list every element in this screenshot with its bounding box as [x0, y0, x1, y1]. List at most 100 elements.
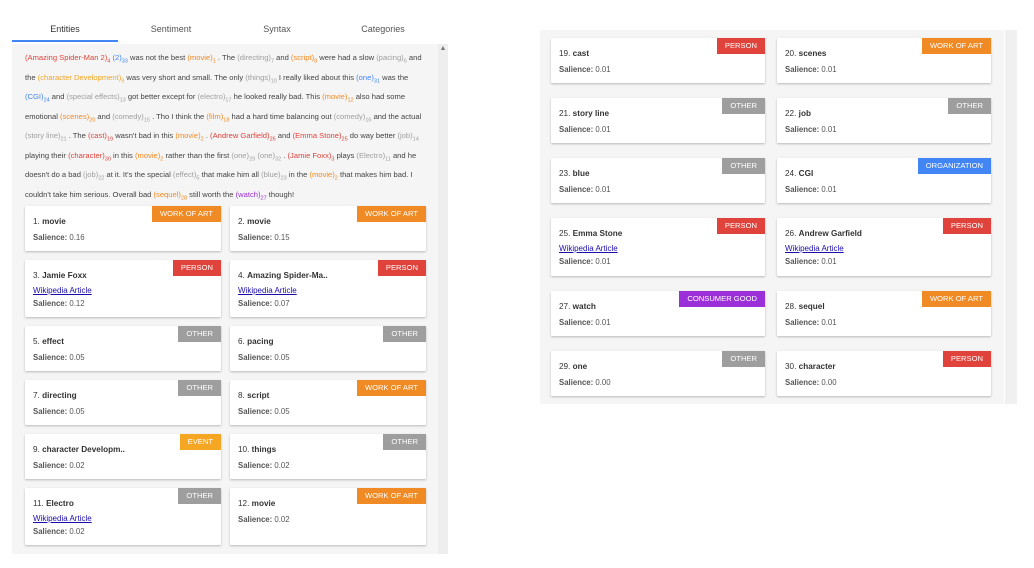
wikipedia-link[interactable]: Wikipedia Article [238, 286, 297, 295]
entity-type-badge: OTHER [178, 488, 221, 504]
entity-name-text: Andrew Garfield [798, 229, 862, 238]
entity-type-badge: PERSON [942, 351, 991, 367]
salience-number: 0.05 [274, 407, 290, 416]
tab-sentiment[interactable]: Sentiment [118, 14, 224, 42]
text-run: rather than the first [163, 150, 232, 160]
salience-value: Salience: 0.16 [33, 233, 85, 242]
text-run: plays [334, 150, 357, 160]
entity-mention: (one) [257, 150, 276, 160]
entity-card: WORK OF ART 8. script Salience: 0.05 [230, 380, 426, 425]
entity-number: 23. [559, 169, 573, 178]
text-run: had a hard time balancing out [229, 111, 334, 121]
entity-mention: (2) [110, 53, 122, 62]
salience-label: Salience: [785, 318, 820, 327]
scrollbar[interactable]: ▲ [438, 44, 448, 554]
wikipedia-link[interactable]: Wikipedia Article [33, 514, 92, 523]
entity-name: 22. job [785, 109, 811, 118]
text-run: were had a slow [317, 53, 377, 62]
entity-number: 3. [33, 271, 43, 280]
entity-mention: (Andrew Garfield) [210, 131, 270, 141]
entity-number: 24. [785, 169, 799, 178]
salience-label: Salience: [559, 318, 594, 327]
entity-number: 7. [33, 391, 43, 400]
entity-number: 6. [238, 337, 248, 346]
text-run: wasn't bad in this [113, 131, 176, 141]
entity-name-text: Amazing Spider-Ma.. [247, 271, 328, 280]
entity-name-text: character Developm.. [42, 445, 125, 454]
entity-name-text: Electro [46, 499, 74, 508]
entity-name-text: watch [572, 302, 596, 311]
entity-mention: (job) [83, 170, 99, 180]
tab-syntax[interactable]: Syntax [224, 14, 330, 42]
salience-label: Salience: [238, 515, 273, 524]
entity-type-badge: PERSON [716, 218, 765, 234]
entity-name-text: Jamie Foxx [42, 271, 87, 280]
entity-name: 21. story line [559, 109, 609, 118]
salience-label: Salience: [238, 461, 273, 470]
entity-mention: (script) [290, 53, 315, 62]
tab-entities[interactable]: Entities [12, 14, 118, 42]
entity-type-badge: CONSUMER GOOD [679, 291, 765, 307]
wikipedia-link[interactable]: Wikipedia Article [785, 244, 844, 253]
entity-mention: (effect) [172, 170, 197, 180]
salience-label: Salience: [238, 299, 273, 308]
text-run: still worth the [187, 189, 236, 199]
entity-number: 5. [33, 337, 43, 346]
salience-number: 0.05 [69, 407, 85, 416]
text-run: was not the best [127, 53, 188, 62]
entity-name: 25. Emma Stone [559, 229, 622, 238]
entity-card: OTHER 10. things Salience: 0.02 [230, 434, 426, 479]
salience-number: 0.01 [595, 185, 611, 194]
entity-card: WORK OF ART 12. movie Salience: 0.02 [230, 488, 426, 545]
salience-number: 0.01 [821, 257, 837, 266]
entity-name-text: story line [572, 109, 610, 118]
salience-number: 0.15 [274, 233, 290, 242]
entity-number: 20. [785, 49, 799, 58]
salience-label: Salience: [33, 353, 68, 362]
salience-value: Salience: 0.07 [238, 299, 290, 308]
entity-mention: (cast) [87, 131, 107, 141]
scroll-up-icon[interactable]: ▲ [439, 45, 447, 52]
entity-mention: (watch) [235, 189, 261, 199]
entities-body: (Amazing Spider-Man 2)4 (2)33 was not th… [12, 44, 448, 554]
text-run: at it. It's the special [104, 170, 173, 180]
entity-name: 11. Electro [33, 499, 74, 508]
salience-label: Salience: [238, 407, 273, 416]
wikipedia-link[interactable]: Wikipedia Article [559, 244, 618, 253]
entity-name-text: CGI [798, 169, 814, 178]
salience-number: 0.00 [595, 378, 611, 387]
text-run: . Tho I think the [149, 111, 207, 121]
entity-type-badge: OTHER [948, 98, 991, 114]
entity-mention: (special effects) [66, 92, 120, 102]
salience-label: Salience: [33, 233, 68, 242]
entity-name: 20. scenes [785, 49, 826, 58]
entity-mention: (electro) [197, 92, 226, 102]
salience-label: Salience: [785, 257, 820, 266]
text-run: that make him all [199, 170, 262, 180]
entity-name: 28. sequel [785, 302, 825, 311]
salience-label: Salience: [238, 353, 273, 362]
text-run: and the actual [371, 111, 422, 121]
tab-bar: Entities Sentiment Syntax Categories [12, 14, 448, 42]
entity-mention: (one) [231, 150, 250, 160]
entity-name: 19. cast [559, 49, 589, 58]
salience-label: Salience: [33, 527, 68, 536]
entity-mention: (one) [356, 72, 374, 82]
tab-categories[interactable]: Categories [330, 14, 436, 42]
entity-mention: (comedy) [333, 111, 366, 121]
salience-label: Salience: [33, 407, 68, 416]
entity-mention: (sequel) [153, 189, 181, 199]
entity-mention: (directing) [237, 53, 271, 62]
text-run: in this [110, 150, 135, 160]
entity-card: EVENT 9. character Developm.. Salience: 0.… [25, 434, 221, 479]
wikipedia-link[interactable]: Wikipedia Article [33, 286, 92, 295]
entity-card: PERSON 3. Jamie Foxx Wikipedia Article Sali… [25, 260, 221, 317]
entity-card: CONSUMER GOOD 27. watch Salience: 0.01 [551, 291, 765, 336]
right-scrollbar[interactable] [1005, 30, 1017, 404]
right-entity-grid: PERSON 19. cast Salience: 0.01 WORK OF ART 2… [540, 30, 1004, 404]
text-run: in the [286, 170, 310, 180]
entity-mention: (movie) [134, 150, 161, 160]
annotated-text: (Amazing Spider-Man 2)4 (2)33 was not th… [12, 44, 436, 206]
entity-name-text: things [251, 445, 277, 454]
salience-label: Salience: [785, 185, 820, 194]
